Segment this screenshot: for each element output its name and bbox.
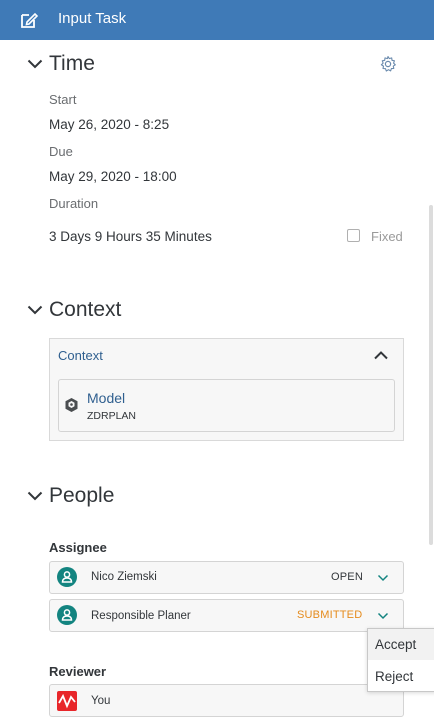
- status-badge: SUBMITTED: [297, 609, 363, 621]
- fixed-checkbox[interactable]: [347, 229, 360, 242]
- start-label: Start: [49, 92, 77, 107]
- time-collapse-chevron-icon[interactable]: [27, 59, 43, 69]
- model-cube-icon: [65, 398, 78, 412]
- avatar: [57, 605, 77, 625]
- model-id: ZDRPLAN: [87, 410, 137, 422]
- reviewer-name: You: [91, 695, 111, 707]
- scrollbar-thumb[interactable]: [429, 205, 433, 545]
- duration-value: 3 Days 9 Hours 35 Minutes: [49, 229, 212, 244]
- status-badge: OPEN: [331, 571, 363, 583]
- menu-item-accept[interactable]: Accept: [375, 637, 416, 652]
- gear-icon[interactable]: [379, 55, 397, 73]
- context-collapse-chevron-icon[interactable]: [27, 305, 43, 315]
- menu-item-reject[interactable]: Reject: [375, 669, 413, 684]
- model-name-link[interactable]: Model: [87, 390, 125, 406]
- due-value: May 29, 2020 - 18:00: [49, 169, 177, 184]
- page-title: Input Task: [58, 10, 127, 27]
- time-section-title: Time: [49, 52, 95, 75]
- people-collapse-chevron-icon[interactable]: [27, 491, 43, 501]
- fixed-label: Fixed: [371, 229, 403, 244]
- reviewer-avatar: [57, 691, 77, 711]
- avatar: [57, 567, 77, 587]
- people-section-title: People: [49, 484, 115, 507]
- chevron-up-icon[interactable]: [373, 349, 389, 361]
- due-label: Due: [49, 144, 73, 159]
- chevron-down-icon[interactable]: [377, 574, 389, 582]
- person-icon: [61, 609, 73, 621]
- assignee-name: Nico Ziemski: [91, 571, 157, 583]
- chevron-down-icon[interactable]: [377, 612, 389, 620]
- edit-icon[interactable]: [19, 10, 39, 30]
- assignee-label: Assignee: [49, 540, 107, 555]
- signal-wave-icon: [58, 693, 76, 709]
- person-icon: [61, 571, 73, 583]
- start-value: May 26, 2020 - 8:25: [49, 117, 170, 132]
- header-bar: Input Task: [0, 0, 434, 40]
- duration-label: Duration: [49, 196, 99, 211]
- assignee-name: Responsible Planer: [91, 610, 191, 622]
- reviewer-label: Reviewer: [49, 664, 107, 679]
- context-section-title: Context: [49, 298, 122, 321]
- context-panel-title[interactable]: Context: [58, 348, 103, 363]
